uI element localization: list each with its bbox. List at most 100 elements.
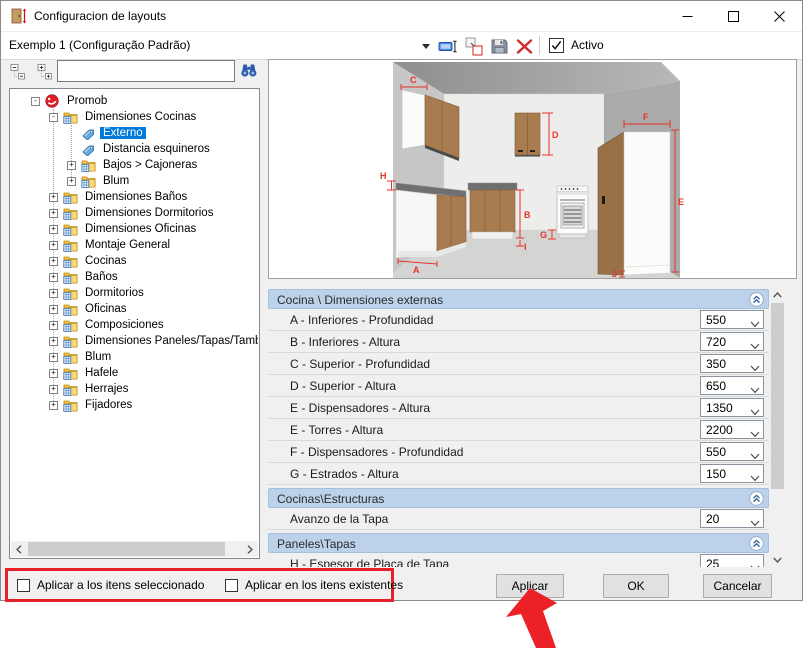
dim-label-c: C — [410, 75, 417, 85]
tree-item-label: Distancia esquineros — [100, 143, 213, 155]
close-icon — [774, 11, 785, 22]
tree-item-herrajes[interactable]: +Herrajes — [11, 381, 258, 397]
search-button[interactable] — [240, 62, 258, 78]
chevron-up-icon — [773, 292, 782, 298]
tree-search-input[interactable] — [57, 60, 235, 82]
tree-item-dormitorios[interactable]: +Dormitorios — [11, 285, 258, 301]
minimize-button[interactable] — [664, 1, 710, 31]
apply-existing-checkbox[interactable] — [225, 579, 238, 592]
collapse-section-button[interactable] — [749, 536, 764, 551]
property-combobox[interactable]: 720 — [700, 332, 764, 351]
tree-expander[interactable]: + — [49, 401, 58, 410]
property-combobox[interactable]: 650 — [700, 376, 764, 395]
tree-expander[interactable]: + — [49, 305, 58, 314]
scroll-up-button[interactable] — [770, 287, 785, 302]
property-row: D - Superior - Altura650 — [268, 375, 769, 397]
property-row: G - Estrados - Altura 150 — [268, 463, 769, 485]
tree-item-dimensiones-ba-os[interactable]: +Dimensiones Baños — [11, 189, 258, 205]
scroll-right-button[interactable] — [242, 541, 258, 557]
tree-item-fijadores[interactable]: +Fijadores — [11, 397, 258, 413]
tree-item-oficinas[interactable]: +Oficinas — [11, 301, 258, 317]
property-combobox[interactable]: 550 — [700, 442, 764, 461]
tree-expander[interactable]: + — [49, 273, 58, 282]
copy-layout-button[interactable] — [463, 35, 485, 57]
property-label: Avanzo de la Tapa — [290, 512, 388, 526]
collapse-section-button[interactable] — [749, 292, 764, 307]
collapse-all-button[interactable] — [10, 63, 28, 81]
tree-expander[interactable]: + — [49, 225, 58, 234]
tree-expander[interactable]: + — [49, 337, 58, 346]
tree-expander[interactable]: + — [49, 209, 58, 218]
tree-item-blum[interactable]: +Blum — [11, 349, 258, 365]
tree-expander[interactable]: + — [49, 353, 58, 362]
maximize-button[interactable] — [710, 1, 756, 31]
toolbar-separator — [539, 36, 540, 55]
active-checkbox[interactable] — [549, 38, 564, 53]
tree-expander[interactable]: + — [67, 177, 76, 186]
vscroll-thumb[interactable] — [771, 303, 784, 489]
tree-expander[interactable]: + — [49, 289, 58, 298]
folder-icon — [63, 270, 78, 284]
combobox-value: 650 — [706, 379, 726, 393]
tree-item-composiciones[interactable]: + Composiciones — [11, 317, 258, 333]
tree-item-blum[interactable]: +Blum — [11, 173, 258, 189]
chevron-double-up-icon — [749, 491, 764, 506]
collapse-section-button[interactable] — [749, 491, 764, 506]
property-combobox[interactable]: 25 — [700, 554, 764, 567]
folder-icon — [63, 238, 78, 252]
chevron-down-icon — [750, 361, 760, 368]
property-combobox[interactable]: 20 — [700, 509, 764, 528]
property-row: A - Inferiores - Profundidad550 — [268, 309, 769, 331]
rename-layout-button[interactable] — [437, 35, 459, 57]
titlebar[interactable]: Configuracion de layouts — [1, 1, 802, 32]
apply-selected-checkbox[interactable] — [17, 579, 30, 592]
layout-dropdown-button[interactable] — [415, 35, 437, 57]
tree-item-promob[interactable]: -Promob — [11, 93, 258, 109]
tree-horizontal-scrollbar[interactable] — [11, 541, 258, 557]
hscroll-thumb[interactable] — [28, 542, 225, 556]
cancel-button[interactable]: Cancelar — [703, 574, 772, 598]
property-combobox[interactable]: 350 — [700, 354, 764, 373]
expand-all-button[interactable] — [37, 63, 55, 81]
tree-item-montaje-general[interactable]: +Montaje General — [11, 237, 258, 253]
property-label: C - Superior - Profundidad — [290, 357, 430, 371]
tree-item-bajos-cajoneras[interactable]: +Bajos > Cajoneras — [11, 157, 258, 173]
property-row: H - Espesor de Placa de Tapa25 — [268, 553, 769, 567]
tree-item-dimensiones-paneles-tapas-tambu[interactable]: +Dimensiones Paneles/Tapas/Tambu — [11, 333, 258, 349]
properties-scrollbar[interactable] — [770, 287, 785, 567]
tree-expander[interactable]: + — [49, 257, 58, 266]
property-label: G - Estrados - Altura — [290, 467, 399, 481]
close-button[interactable] — [756, 1, 802, 31]
tree-item-hafele[interactable]: +Hafele — [11, 365, 258, 381]
property-row: E - Dispensadores - Altura1350 — [268, 397, 769, 419]
property-combobox[interactable]: 1350 — [700, 398, 764, 417]
ok-button[interactable]: OK — [603, 574, 669, 598]
tree-expander[interactable]: - — [49, 113, 58, 122]
tree-expander[interactable]: + — [67, 161, 76, 170]
tree-item-label: Composiciones — [82, 319, 167, 331]
property-combobox[interactable]: 2200 — [700, 420, 764, 439]
scroll-down-button[interactable] — [770, 552, 785, 567]
chevron-double-up-icon — [749, 292, 764, 307]
tree-item-distancia-esquineros[interactable]: Distancia esquineros — [11, 141, 258, 157]
tree-expander[interactable]: + — [49, 241, 58, 250]
property-combobox[interactable]: 550 — [700, 310, 764, 329]
tree-item-dimensiones-dormitorios[interactable]: +Dimensiones Dormitorios — [11, 205, 258, 221]
save-layout-button[interactable] — [488, 35, 510, 57]
tree-item-dimensiones-cocinas[interactable]: -Dimensiones Cocinas — [11, 109, 258, 125]
property-row: B - Inferiores - Altura720 — [268, 331, 769, 353]
tree-expander[interactable]: + — [49, 369, 58, 378]
layout-name[interactable]: Exemplo 1 (Configuração Padrão) — [9, 38, 190, 52]
tree-expander[interactable]: - — [31, 97, 40, 106]
tree-item-ba-os[interactable]: +Baños — [11, 269, 258, 285]
tree-item-cocinas[interactable]: +Cocinas — [11, 253, 258, 269]
tree-expander[interactable]: + — [49, 193, 58, 202]
tree-item-externo[interactable]: Externo — [11, 125, 258, 141]
tree-expander[interactable]: + — [49, 385, 58, 394]
tree-item-dimensiones-oficinas[interactable]: +Dimensiones Oficinas — [11, 221, 258, 237]
scroll-left-button[interactable] — [11, 541, 27, 557]
section-header: Paneles\Tapas — [268, 533, 769, 553]
delete-layout-button[interactable] — [513, 35, 535, 57]
tree-expander[interactable]: + — [49, 321, 58, 330]
property-combobox[interactable]: 150 — [700, 464, 764, 483]
